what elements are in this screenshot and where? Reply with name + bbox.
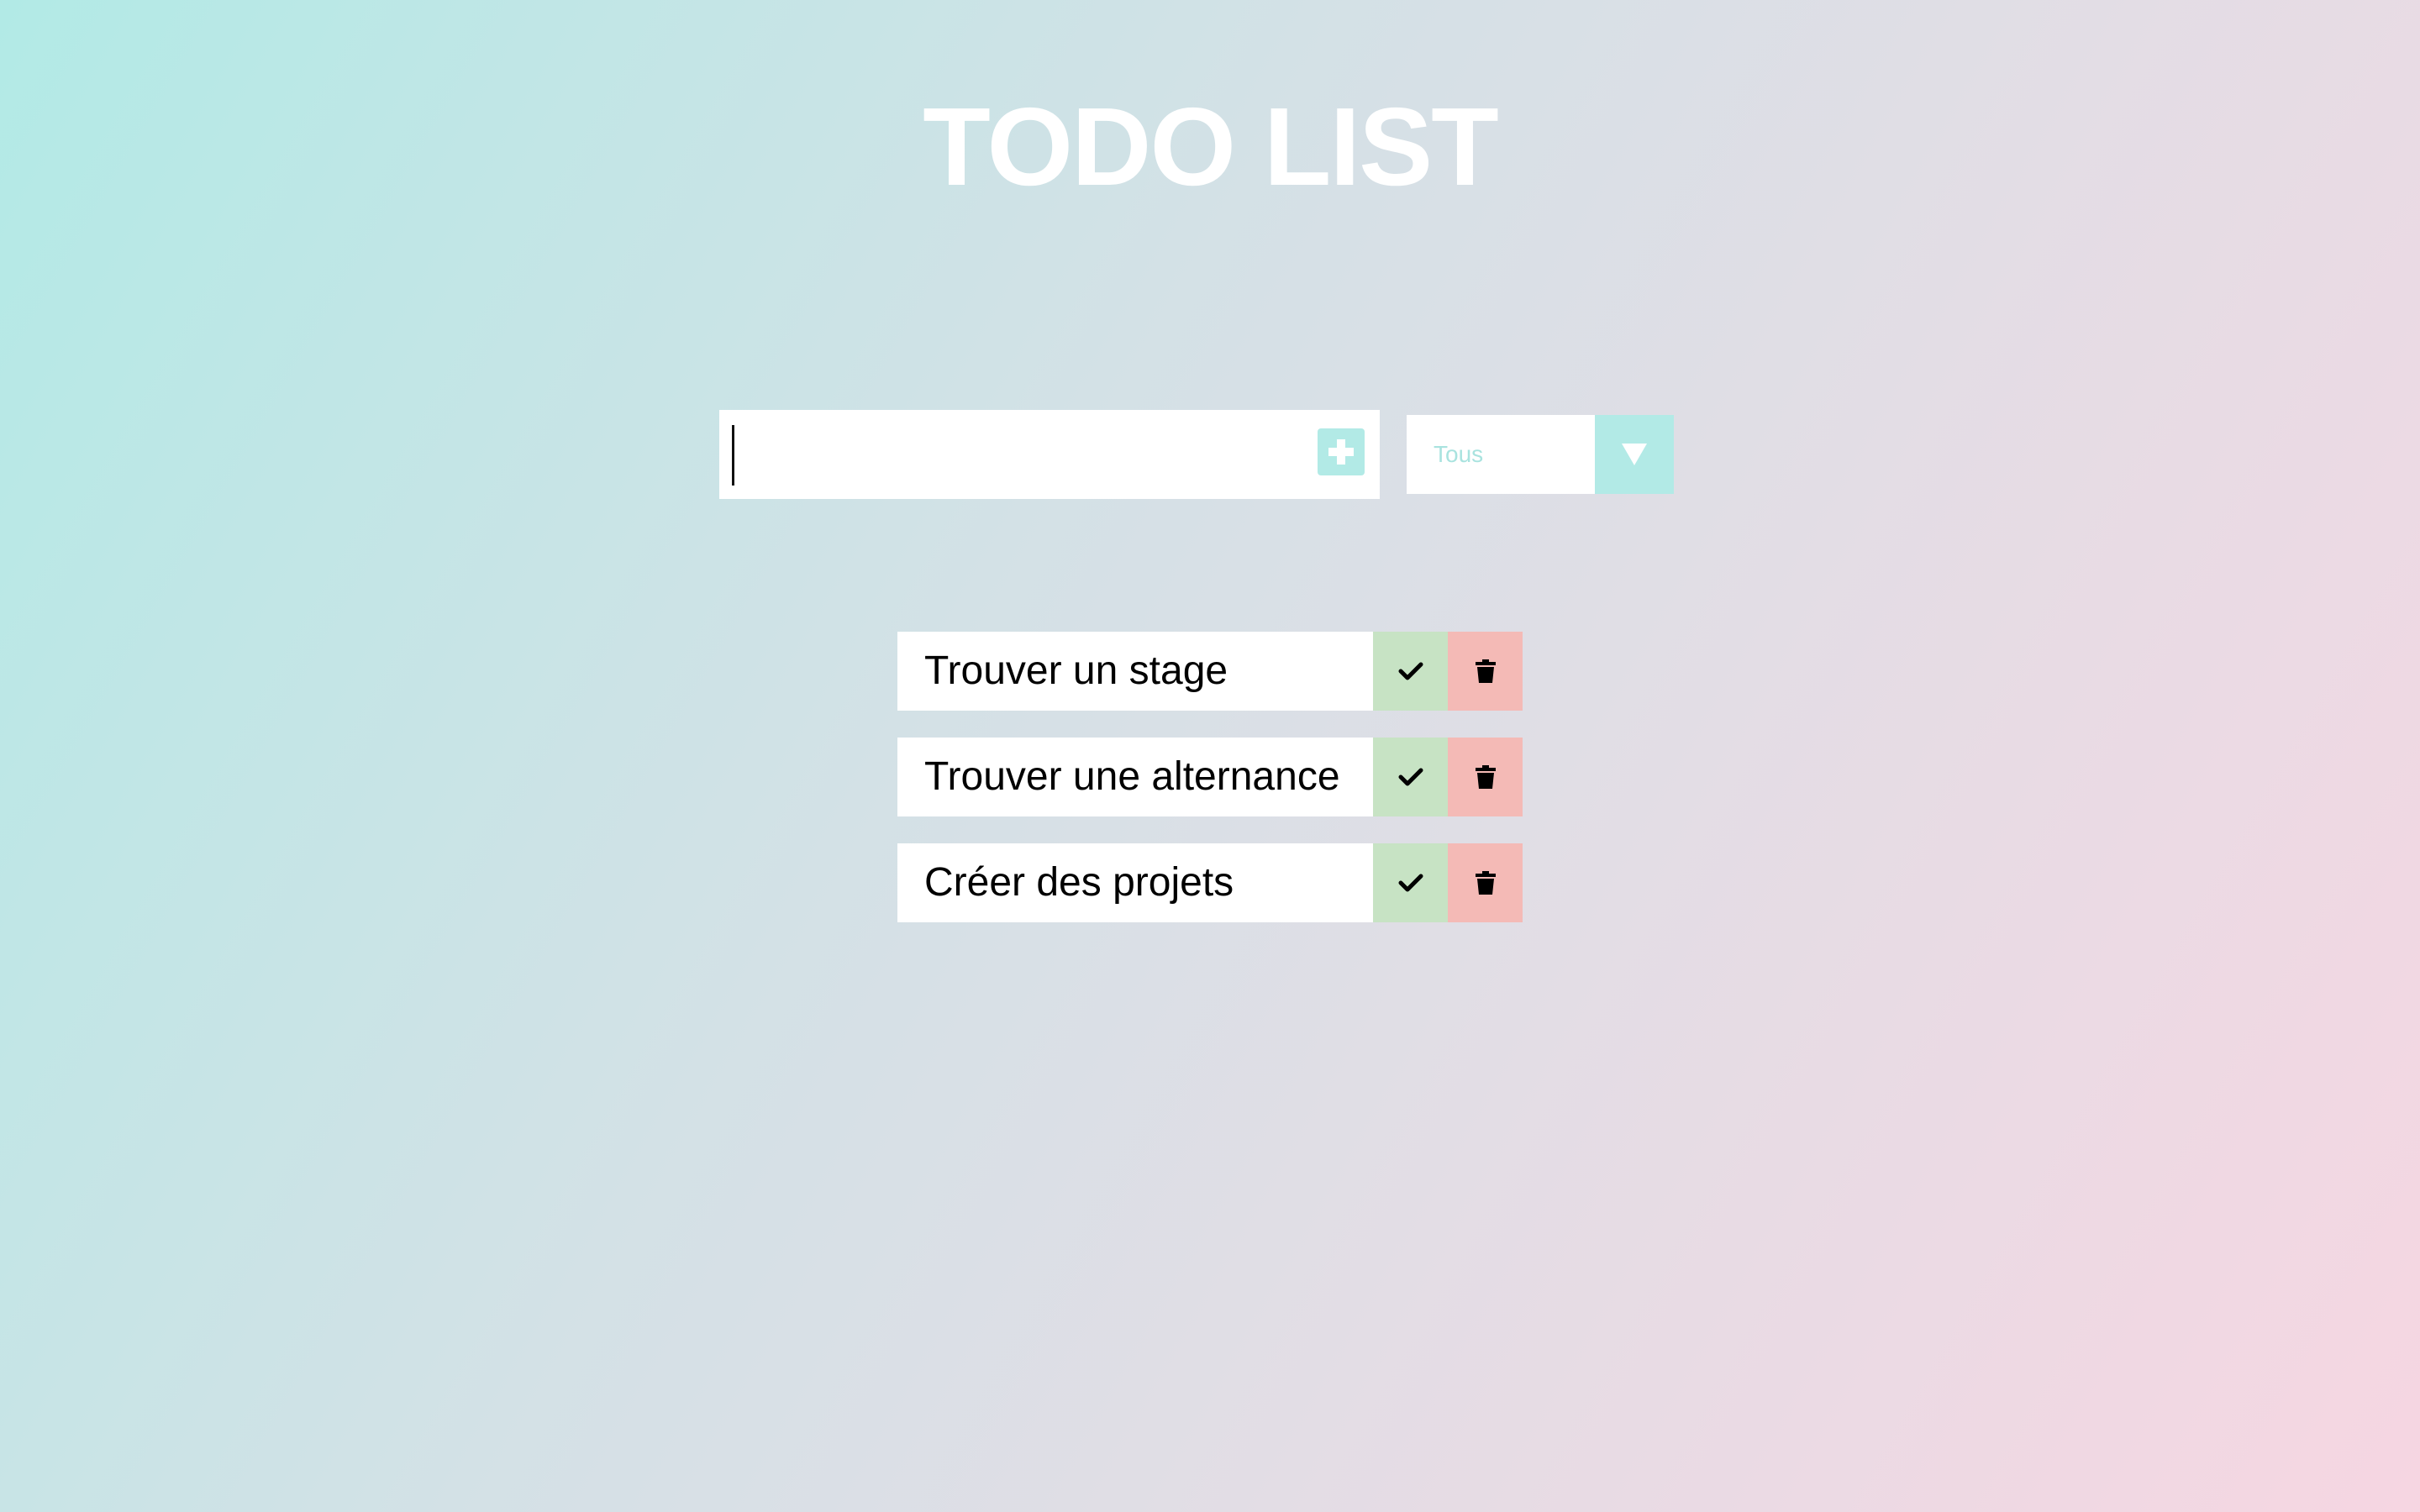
todo-item-label: Trouver une alternance bbox=[897, 738, 1373, 816]
delete-button[interactable] bbox=[1448, 632, 1523, 711]
complete-button[interactable] bbox=[1373, 738, 1448, 816]
check-icon bbox=[1398, 662, 1423, 680]
todo-input-form bbox=[719, 410, 1380, 499]
delete-button[interactable] bbox=[1448, 738, 1523, 816]
filter-selected-value: Tous bbox=[1434, 441, 1484, 467]
plus-icon bbox=[1328, 439, 1354, 465]
triangle-down-icon bbox=[1622, 444, 1647, 465]
trash-icon bbox=[1475, 871, 1496, 895]
todo-item: Créer des projets bbox=[897, 843, 1523, 922]
todo-item-label: Trouver un stage bbox=[897, 632, 1373, 711]
check-icon bbox=[1398, 874, 1423, 892]
todo-item: Trouver une alternance bbox=[897, 738, 1523, 816]
add-todo-button[interactable] bbox=[1318, 428, 1365, 475]
text-cursor bbox=[732, 425, 734, 486]
check-icon bbox=[1398, 768, 1423, 786]
trash-icon bbox=[1475, 765, 1496, 789]
todo-input[interactable] bbox=[719, 410, 1307, 499]
todo-item-label: Créer des projets bbox=[897, 843, 1373, 922]
todo-list: Trouver un stage Trouver une alternance bbox=[897, 632, 1523, 949]
todo-item: Trouver un stage bbox=[897, 632, 1523, 711]
page-title: TODO LIST bbox=[923, 85, 1499, 208]
complete-button[interactable] bbox=[1373, 843, 1448, 922]
delete-button[interactable] bbox=[1448, 843, 1523, 922]
filter-dropdown-button[interactable] bbox=[1595, 415, 1674, 494]
filter-select[interactable]: Tous bbox=[1407, 415, 1674, 494]
complete-button[interactable] bbox=[1373, 632, 1448, 711]
trash-icon bbox=[1475, 659, 1496, 683]
